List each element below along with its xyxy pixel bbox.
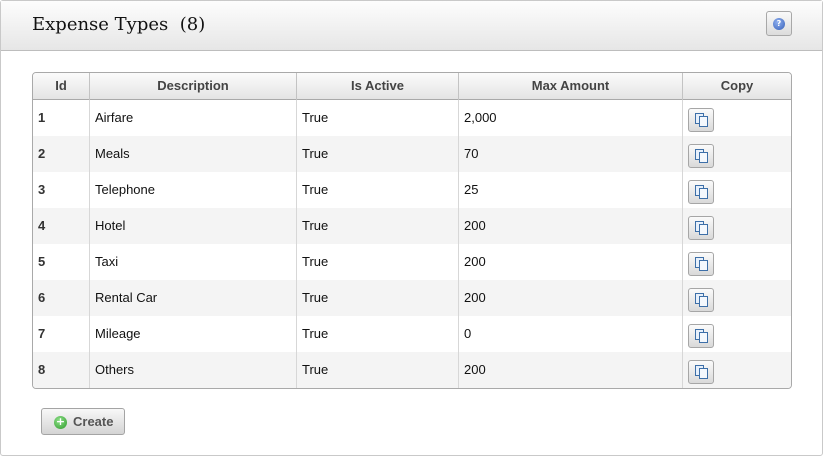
table-row[interactable]: 8 Others True 200	[33, 352, 791, 388]
copy-button[interactable]	[688, 144, 714, 168]
cell-copy	[683, 208, 791, 244]
cell-max-amount: 0	[459, 316, 683, 352]
column-header-id[interactable]: Id	[33, 73, 90, 100]
table-row[interactable]: 4 Hotel True 200	[33, 208, 791, 244]
table-row[interactable]: 3 Telephone True 25	[33, 172, 791, 208]
cell-copy	[683, 136, 791, 172]
column-header-description[interactable]: Description	[90, 73, 297, 100]
page-title-text: Expense Types	[32, 14, 169, 35]
cell-description: Airfare	[90, 100, 297, 136]
cell-id: 1	[33, 100, 90, 136]
copy-button[interactable]	[688, 216, 714, 240]
copy-button[interactable]	[688, 324, 714, 348]
table-row[interactable]: 5 Taxi True 200	[33, 244, 791, 280]
cell-max-amount: 70	[459, 136, 683, 172]
copy-button[interactable]	[688, 252, 714, 276]
cell-is-active: True	[297, 136, 459, 172]
cell-is-active: True	[297, 172, 459, 208]
copy-icon	[695, 149, 709, 164]
cell-max-amount: 200	[459, 280, 683, 316]
column-header-is-active[interactable]: Is Active	[297, 73, 459, 100]
cell-id: 8	[33, 352, 90, 388]
table-row[interactable]: 2 Meals True 70	[33, 136, 791, 172]
cell-is-active: True	[297, 244, 459, 280]
copy-icon	[695, 185, 709, 200]
cell-copy	[683, 100, 791, 136]
record-count: (8)	[179, 14, 206, 35]
copy-icon	[695, 113, 709, 128]
cell-id: 3	[33, 172, 90, 208]
cell-description: Telephone	[90, 172, 297, 208]
cell-is-active: True	[297, 352, 459, 388]
copy-icon	[695, 293, 709, 308]
cell-max-amount: 200	[459, 352, 683, 388]
column-header-max-amount[interactable]: Max Amount	[459, 73, 683, 100]
cell-max-amount: 25	[459, 172, 683, 208]
cell-copy	[683, 280, 791, 316]
cell-description: Taxi	[90, 244, 297, 280]
create-button-label: Create	[73, 414, 114, 429]
copy-icon	[695, 221, 709, 236]
cell-id: 6	[33, 280, 90, 316]
copy-button[interactable]	[688, 360, 714, 384]
cell-is-active: True	[297, 208, 459, 244]
cell-copy	[683, 352, 791, 388]
table-row[interactable]: 1 Airfare True 2,000	[33, 100, 791, 136]
help-icon: ?	[773, 17, 785, 30]
expense-types-panel: Expense Types (8) ? Id Description Is Ac…	[0, 0, 823, 456]
copy-icon	[695, 329, 709, 344]
table-row[interactable]: 7 Mileage True 0	[33, 316, 791, 352]
copy-icon	[695, 365, 709, 380]
cell-max-amount: 2,000	[459, 100, 683, 136]
cell-max-amount: 200	[459, 208, 683, 244]
expense-types-table: Id Description Is Active Max Amount Copy…	[32, 72, 792, 389]
cell-description: Meals	[90, 136, 297, 172]
cell-description: Rental Car	[90, 280, 297, 316]
copy-button[interactable]	[688, 288, 714, 312]
table-header: Id Description Is Active Max Amount Copy	[33, 73, 791, 100]
copy-icon	[695, 257, 709, 272]
cell-copy	[683, 172, 791, 208]
create-button[interactable]: + Create	[41, 408, 125, 435]
copy-button[interactable]	[688, 180, 714, 204]
copy-button[interactable]	[688, 108, 714, 132]
cell-id: 4	[33, 208, 90, 244]
cell-copy	[683, 316, 791, 352]
plus-circle-icon: +	[54, 415, 67, 429]
cell-id: 5	[33, 244, 90, 280]
cell-max-amount: 200	[459, 244, 683, 280]
cell-is-active: True	[297, 100, 459, 136]
cell-id: 7	[33, 316, 90, 352]
cell-description: Mileage	[90, 316, 297, 352]
cell-copy	[683, 244, 791, 280]
cell-description: Others	[90, 352, 297, 388]
cell-is-active: True	[297, 316, 459, 352]
cell-id: 2	[33, 136, 90, 172]
cell-is-active: True	[297, 280, 459, 316]
panel-header: Expense Types (8) ?	[1, 1, 822, 51]
column-header-copy: Copy	[720, 78, 754, 93]
help-button[interactable]: ?	[766, 11, 792, 36]
table-row[interactable]: 6 Rental Car True 200	[33, 280, 791, 316]
page-title: Expense Types (8)	[32, 14, 205, 35]
cell-description: Hotel	[90, 208, 297, 244]
